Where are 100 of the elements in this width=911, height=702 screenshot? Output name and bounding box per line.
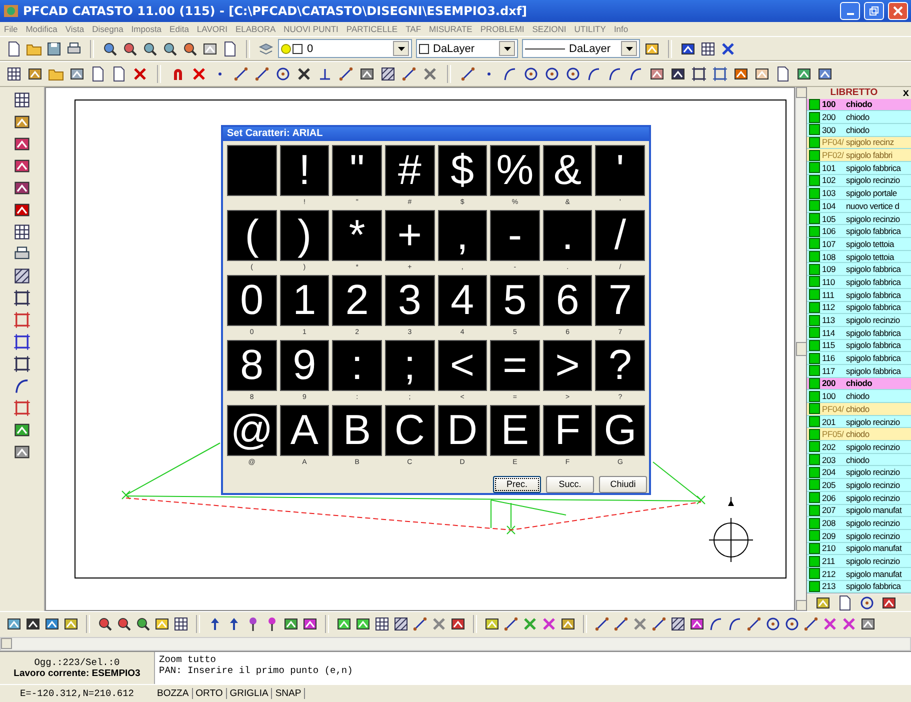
menu-item[interactable]: MISURATE: [429, 24, 472, 34]
magnifier-icon[interactable]: [135, 616, 151, 632]
circle-icon[interactable]: [523, 66, 539, 82]
character-tile[interactable]: !: [280, 144, 330, 196]
page-icon[interactable]: [6, 40, 22, 57]
character-tile[interactable]: ;: [384, 340, 434, 391]
tool-icon[interactable]: [484, 616, 500, 632]
magnifier-icon[interactable]: [97, 616, 113, 632]
menu-item[interactable]: Imposta: [131, 24, 162, 34]
page-icon[interactable]: [775, 66, 791, 82]
line-icon[interactable]: [338, 66, 354, 82]
character-tile[interactable]: 6: [542, 274, 592, 326]
character-tile[interactable]: /: [595, 210, 645, 261]
tool-icon[interactable]: [25, 616, 41, 632]
vertical-scrollbar[interactable]: [795, 86, 806, 611]
tool-icon[interactable]: [302, 616, 318, 632]
tool-icon[interactable]: [154, 616, 170, 632]
tool-icon[interactable]: [359, 66, 375, 82]
menu-item[interactable]: SEZIONI: [532, 24, 566, 34]
menu-item[interactable]: PARTICELLE: [346, 24, 398, 34]
tool-icon[interactable]: [754, 66, 770, 82]
cross-icon[interactable]: [720, 40, 736, 57]
dialog-button[interactable]: Prec.: [493, 476, 541, 493]
survey-row[interactable]: 110 spigolo fabbrica: [807, 276, 911, 289]
menu-item[interactable]: Vista: [65, 24, 84, 34]
survey-row[interactable]: 112 spigolo fabbrica: [807, 302, 911, 314]
survey-row[interactable]: 209 spigolo recinzio: [807, 530, 911, 543]
hatch-icon[interactable]: [380, 66, 396, 82]
character-tile[interactable]: B: [332, 404, 382, 456]
arc-icon[interactable]: [628, 66, 644, 82]
character-tile[interactable]: F: [542, 404, 592, 456]
survey-row[interactable]: 106 spigolo fabbrica: [807, 225, 911, 238]
circle-icon[interactable]: [859, 594, 875, 611]
tool-icon[interactable]: [202, 40, 218, 57]
restore-button[interactable]: [864, 2, 884, 20]
survey-row[interactable]: 200 chiodo: [807, 111, 911, 124]
character-tile[interactable]: ": [332, 144, 382, 196]
character-tile[interactable]: $: [438, 144, 488, 196]
arc-icon[interactable]: [727, 616, 743, 632]
survey-row[interactable]: 105 spigolo recinzio: [807, 212, 911, 226]
tool-icon[interactable]: [649, 66, 665, 82]
survey-row[interactable]: PF04/ spigolo recinz: [807, 136, 911, 150]
frame-icon[interactable]: [13, 354, 31, 373]
horizontal-scrollbar[interactable]: [0, 637, 911, 651]
survey-row[interactable]: 116 spigolo fabbrica: [807, 352, 911, 365]
grid-icon[interactable]: [6, 66, 22, 82]
circle-icon[interactable]: [784, 616, 800, 632]
tool-icon[interactable]: [817, 66, 833, 82]
character-tile[interactable]: ): [280, 210, 330, 261]
tool-icon[interactable]: [283, 616, 299, 632]
magnifier-icon[interactable]: [182, 40, 198, 57]
magnifier-icon[interactable]: [102, 40, 118, 57]
tool-icon[interactable]: [6, 616, 22, 632]
grid-icon[interactable]: [13, 222, 31, 241]
tool-icon[interactable]: [69, 66, 85, 82]
character-tile[interactable]: G: [595, 404, 645, 456]
survey-row[interactable]: 202 spigolo recinzio: [807, 441, 911, 454]
circle-icon[interactable]: [544, 66, 560, 82]
menu-item[interactable]: ELABORA: [235, 24, 276, 34]
dialog-button[interactable]: Succ.: [546, 476, 594, 493]
menu-item[interactable]: UTILITY: [574, 24, 606, 34]
menu-item[interactable]: TAF: [406, 24, 422, 34]
line-icon[interactable]: [594, 616, 610, 632]
survey-row[interactable]: 101 spigolo fabbrica: [807, 162, 911, 175]
character-tile[interactable]: &: [542, 144, 592, 196]
character-tile[interactable]: D: [438, 404, 488, 456]
minimize-button[interactable]: [840, 2, 860, 20]
grid-icon[interactable]: [700, 40, 716, 57]
character-tile[interactable]: 2: [332, 274, 382, 326]
character-tile[interactable]: 3: [384, 274, 434, 326]
line-icon[interactable]: [803, 616, 819, 632]
tool-icon[interactable]: [644, 40, 660, 57]
close-button[interactable]: [888, 2, 908, 20]
line-icon[interactable]: [254, 66, 270, 82]
menu-item[interactable]: NUOVI PUNTI: [284, 24, 338, 34]
page-icon[interactable]: [90, 66, 106, 82]
line-icon[interactable]: [746, 616, 762, 632]
circle-icon[interactable]: [565, 66, 581, 82]
magnifier-icon[interactable]: [162, 40, 178, 57]
tool-icon[interactable]: [881, 594, 897, 611]
line-icon[interactable]: [460, 66, 476, 82]
survey-row[interactable]: 100 chiodo: [807, 98, 911, 112]
character-tile[interactable]: 7: [595, 274, 645, 326]
frame-icon[interactable]: [13, 398, 31, 417]
tool-icon[interactable]: [689, 616, 705, 632]
character-tile[interactable]: %: [490, 144, 540, 196]
survey-row[interactable]: 204 spigolo recinzio: [807, 466, 911, 480]
mode-toggle[interactable]: BOZZA: [154, 688, 193, 700]
character-tile[interactable]: 8: [227, 340, 277, 391]
grid-icon[interactable]: [374, 616, 390, 632]
hatch-icon[interactable]: [13, 266, 31, 285]
survey-row[interactable]: 208 spigolo recinzio: [807, 517, 911, 530]
tool-icon[interactable]: [796, 66, 812, 82]
page-icon[interactable]: [222, 40, 238, 57]
survey-row[interactable]: 203 chiodo: [807, 454, 911, 466]
grid-icon[interactable]: [173, 616, 189, 632]
survey-row[interactable]: 107 spigolo tettoia: [807, 238, 911, 251]
character-tile[interactable]: C: [384, 404, 434, 456]
tool-icon[interactable]: [336, 616, 352, 632]
line-icon[interactable]: [613, 616, 629, 632]
